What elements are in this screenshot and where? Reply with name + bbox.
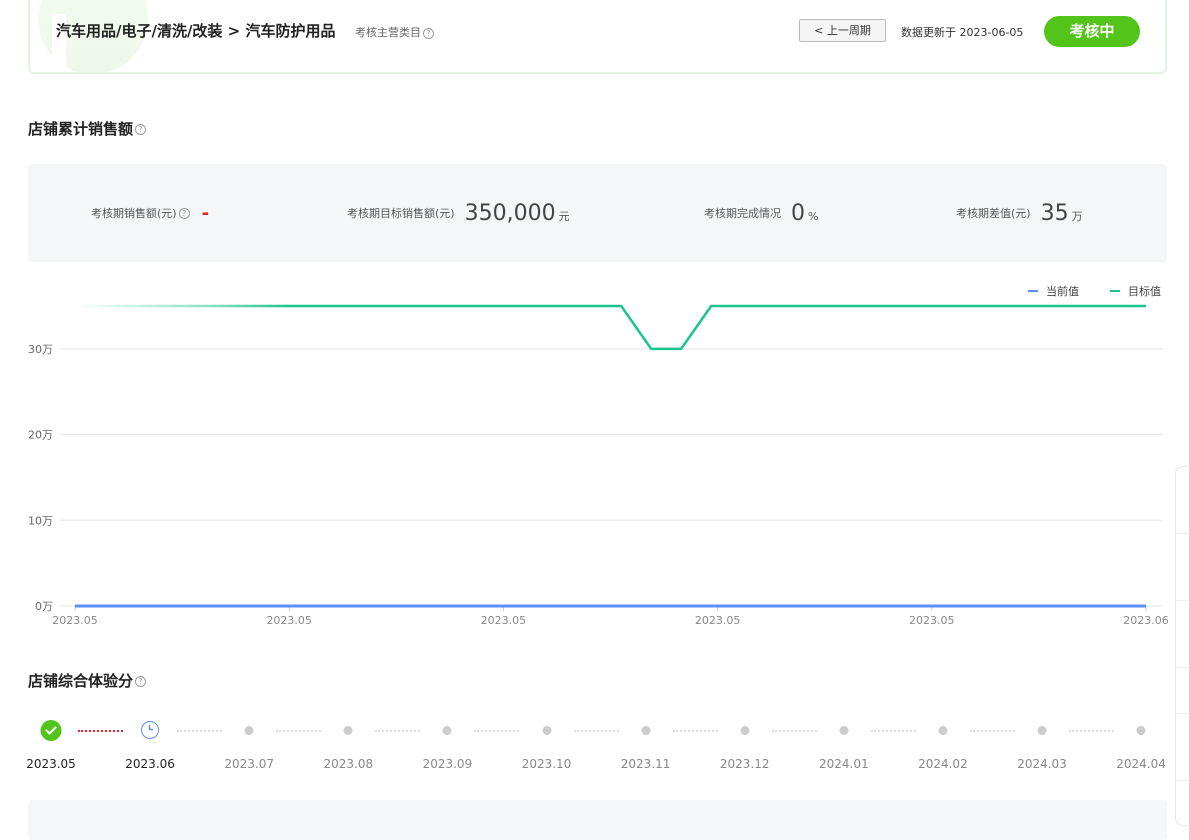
timeline-label[interactable]: 2024.04 <box>1116 757 1166 771</box>
timeline-connector <box>276 730 322 732</box>
timeline-label[interactable]: 2023.07 <box>224 757 274 771</box>
timeline-label[interactable]: 2024.02 <box>918 757 968 771</box>
timeline-dot[interactable] <box>542 726 551 735</box>
timeline-connector <box>573 730 619 732</box>
sales-title-text: 店铺累计销售额 <box>28 120 134 138</box>
series-line-target <box>75 304 1146 351</box>
timeline-connector <box>474 730 520 732</box>
timeline-connector <box>969 730 1015 732</box>
timeline-connector <box>672 730 718 732</box>
main-category-label: 考核主营类目 <box>355 26 421 39</box>
timeline-connector <box>177 730 223 732</box>
divider <box>1176 713 1189 714</box>
metric-gap: 考核期差值(元) 35 万 <box>956 164 1083 262</box>
timeline-label[interactable]: 2023.12 <box>720 757 770 771</box>
main-category-tag: 考核主营类目? <box>355 24 434 40</box>
timeline-dot[interactable] <box>839 726 849 735</box>
experience-title-text: 店铺综合体验分 <box>28 672 134 690</box>
timeline-dot[interactable] <box>1037 726 1047 735</box>
previous-period-button[interactable]: < 上一周期 <box>799 19 886 42</box>
metric-sales: 考核期销售额(元) ? - <box>91 164 209 262</box>
timeline-label[interactable]: 2024.01 <box>819 757 869 771</box>
help-icon[interactable]: ? <box>135 676 147 687</box>
sales-line-chart: 0万10万20万30万 2023.05 2023.05 2023.05 2023.05… <box>28 304 1169 627</box>
metric-label: 考核期销售额(元) <box>91 207 177 220</box>
sales-section-title: 店铺累计销售额? <box>28 118 147 139</box>
clock-icon[interactable] <box>141 721 160 739</box>
status-badge: 考核中 <box>1044 16 1140 47</box>
data-update-time: 数据更新于 2023-06-05 <box>901 26 1024 39</box>
timeline-label[interactable]: 2023.06 <box>125 757 175 771</box>
experience-timeline: 2023.05 2023.06 2023.07 2023.08 2023.09 2023.… <box>0 715 1189 785</box>
help-icon[interactable]: ? <box>135 124 147 135</box>
check-circle-icon[interactable] <box>40 720 62 741</box>
y-tick-label: 0万 <box>35 600 53 613</box>
y-tick-label: 10万 <box>28 514 53 527</box>
x-tick-label: 2023.05 <box>52 614 98 627</box>
help-icon[interactable]: ? <box>423 27 434 39</box>
y-tick-label: 30万 <box>28 343 53 356</box>
metric-label: 考核期完成情况 <box>704 207 781 220</box>
metric-value: 350,000 <box>464 200 556 226</box>
divider <box>1176 667 1189 668</box>
metric-target-sales: 考核期目标销售额(元) 350,000 元 <box>347 164 570 262</box>
timeline-dot[interactable] <box>343 726 353 735</box>
divider <box>1176 600 1189 601</box>
timeline-dot[interactable] <box>938 726 948 735</box>
timeline-label[interactable]: 2024.03 <box>1017 757 1067 771</box>
y-axis: 0万 10万 20万 30万 <box>28 343 53 613</box>
category-header-card: 汽车用品/电子/清洗/改装 > 汽车防护用品 考核主营类目? < 上一周期 数据… <box>28 0 1167 74</box>
timeline-label[interactable]: 2023.09 <box>423 757 473 771</box>
timeline-dot[interactable] <box>740 726 750 735</box>
timeline-label[interactable]: 2023.05 <box>26 757 76 771</box>
metric-label: 考核期差值(元) <box>956 207 1031 220</box>
metric-value: 35 <box>1040 200 1069 226</box>
experience-section-title: 店铺综合体验分? <box>28 670 147 691</box>
metric-value: - <box>201 202 210 224</box>
timeline-label[interactable]: 2023.08 <box>323 757 373 771</box>
timeline-label[interactable]: 2023.10 <box>522 757 572 771</box>
timeline-label[interactable]: 2023.11 <box>621 757 671 771</box>
metric-label: 考核期目标销售额(元) <box>347 207 455 220</box>
metric-unit: % <box>808 209 819 223</box>
timeline-connector <box>375 730 421 732</box>
chart-series <box>75 304 1146 608</box>
timeline-dot[interactable] <box>1136 726 1146 735</box>
timeline-connector <box>78 730 124 732</box>
metric-completion: 考核期完成情况 0 % <box>704 164 818 262</box>
experience-panel <box>28 800 1167 840</box>
side-toolbar[interactable] <box>1175 466 1189 826</box>
timeline-connector <box>1069 730 1115 732</box>
divider <box>1176 533 1189 534</box>
x-tick-label: 2023.05 <box>481 614 527 627</box>
x-tick-label: 2023.05 <box>909 614 955 627</box>
x-tick-label: 2023.06 <box>1123 614 1169 627</box>
y-tick-label: 20万 <box>28 429 53 442</box>
timeline-connector <box>870 730 916 732</box>
metric-value: 0 <box>791 200 805 226</box>
timeline-dot[interactable] <box>442 726 452 735</box>
x-tick-label: 2023.05 <box>266 614 312 627</box>
divider <box>1176 780 1189 781</box>
metric-unit: 万 <box>1071 210 1083 223</box>
timeline-dot[interactable] <box>641 726 651 735</box>
category-breadcrumb: 汽车用品/电子/清洗/改装 > 汽车防护用品 <box>56 22 336 40</box>
help-icon[interactable]: ? <box>178 207 190 219</box>
timeline-connector <box>771 730 817 732</box>
chart-grid <box>60 348 1162 607</box>
x-tick-label: 2023.05 <box>695 614 741 627</box>
timeline-dot[interactable] <box>244 726 254 735</box>
metric-unit: 元 <box>558 210 570 223</box>
x-axis: 2023.05 2023.05 2023.05 2023.05 2023.05 2023.… <box>52 606 1169 627</box>
sales-metrics-panel: 考核期销售额(元) ? - 考核期目标销售额(元) 350,000 元 考核期完… <box>28 164 1167 262</box>
